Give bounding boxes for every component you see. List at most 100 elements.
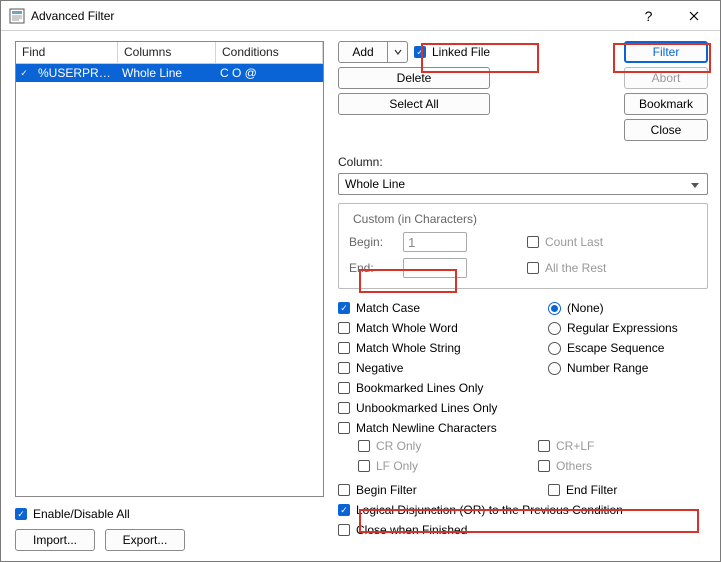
crlf-label: CR+LF [556, 439, 594, 453]
add-dropdown[interactable] [388, 41, 408, 63]
linked-file-label: Linked File [432, 45, 490, 59]
close-window-button[interactable] [671, 1, 716, 31]
delete-label: Delete [397, 71, 432, 85]
end-filter-option[interactable]: End Filter [548, 483, 708, 497]
close-label: Close [651, 123, 682, 137]
begin-filter-checkbox[interactable] [338, 484, 350, 496]
escape-radio-option[interactable]: Escape Sequence [548, 341, 708, 355]
unbookmarked-option[interactable]: Unbookmarked Lines Only [338, 401, 538, 415]
cr-only-checkbox[interactable] [358, 440, 370, 452]
none-radio[interactable] [548, 302, 561, 315]
begin-input[interactable] [403, 232, 467, 252]
all-rest-checkbox[interactable] [527, 262, 539, 274]
numrange-label: Number Range [567, 361, 648, 375]
abort-button[interactable]: Abort [624, 67, 708, 89]
others-label: Others [556, 459, 592, 473]
regex-radio-option[interactable]: Regular Expressions [548, 321, 708, 335]
match-case-label: Match Case [356, 301, 420, 315]
end-label: End: [349, 261, 393, 275]
enable-disable-all[interactable]: Enable/Disable All [15, 507, 324, 521]
row-conditions: C O @ [216, 66, 323, 80]
begin-filter-label: Begin Filter [356, 483, 417, 497]
end-input[interactable] [403, 258, 467, 278]
match-word-label: Match Whole Word [356, 321, 458, 335]
negative-checkbox[interactable] [338, 362, 350, 374]
add-button[interactable]: Add [338, 41, 388, 63]
close-finished-option[interactable]: Close when Finished [338, 523, 708, 537]
help-button[interactable]: ? [626, 1, 671, 31]
export-label: Export... [123, 533, 168, 547]
bookmarked-option[interactable]: Bookmarked Lines Only [338, 381, 538, 395]
delete-button[interactable]: Delete [338, 67, 490, 89]
col-header-columns[interactable]: Columns [118, 42, 216, 63]
escape-radio[interactable] [548, 342, 561, 355]
linked-file-checkbox[interactable] [414, 46, 426, 58]
close-button[interactable]: Close [624, 119, 708, 141]
select-all-label: Select All [389, 97, 438, 111]
export-button[interactable]: Export... [105, 529, 185, 551]
negative-label: Negative [356, 361, 403, 375]
numrange-radio-option[interactable]: Number Range [548, 361, 708, 375]
crlf-option[interactable]: CR+LF [538, 439, 678, 453]
logical-or-option[interactable]: Logical Disjunction (OR) to the Previous… [338, 503, 708, 517]
match-string-checkbox[interactable] [338, 342, 350, 354]
list-row[interactable]: %USERPROFI... Whole Line C O @ [16, 64, 323, 82]
window-title: Advanced Filter [31, 9, 114, 23]
custom-legend: Custom (in Characters) [349, 212, 481, 226]
count-last-checkbox[interactable] [527, 236, 539, 248]
col-header-find[interactable]: Find [16, 42, 118, 63]
import-label: Import... [33, 533, 77, 547]
end-filter-checkbox[interactable] [548, 484, 560, 496]
enable-all-checkbox[interactable] [15, 508, 27, 520]
lf-only-option[interactable]: LF Only [358, 459, 538, 473]
linked-file-option[interactable]: Linked File [414, 45, 490, 59]
numrange-radio[interactable] [548, 362, 561, 375]
chevron-down-icon [394, 48, 402, 56]
escape-label: Escape Sequence [567, 341, 664, 355]
cr-only-label: CR Only [376, 439, 421, 453]
lf-only-checkbox[interactable] [358, 460, 370, 472]
bookmark-label: Bookmark [639, 97, 693, 111]
end-filter-label: End Filter [566, 483, 617, 497]
none-radio-option[interactable]: (None) [548, 301, 708, 315]
bookmark-button[interactable]: Bookmark [624, 93, 708, 115]
others-option[interactable]: Others [538, 459, 678, 473]
filter-button[interactable]: Filter [624, 41, 708, 63]
close-finished-checkbox[interactable] [338, 524, 350, 536]
match-word-checkbox[interactable] [338, 322, 350, 334]
import-button[interactable]: Import... [15, 529, 95, 551]
none-label: (None) [567, 301, 604, 315]
enable-all-label: Enable/Disable All [33, 507, 130, 521]
bookmarked-label: Bookmarked Lines Only [356, 381, 483, 395]
negative-option[interactable]: Negative [338, 361, 538, 375]
regex-radio[interactable] [548, 322, 561, 335]
bookmarked-checkbox[interactable] [338, 382, 350, 394]
all-rest-option[interactable]: All the Rest [527, 261, 606, 275]
others-checkbox[interactable] [538, 460, 550, 472]
select-all-button[interactable]: Select All [338, 93, 490, 115]
row-checkbox[interactable] [16, 67, 34, 79]
all-rest-label: All the Rest [545, 261, 606, 275]
unbookmarked-checkbox[interactable] [338, 402, 350, 414]
col-header-conditions[interactable]: Conditions [216, 42, 323, 63]
newline-option[interactable]: Match Newline Characters [338, 421, 538, 435]
cr-only-option[interactable]: CR Only [358, 439, 538, 453]
match-string-option[interactable]: Match Whole String [338, 341, 538, 355]
match-case-option[interactable]: Match Case [338, 301, 538, 315]
list-header: Find Columns Conditions [16, 42, 323, 64]
titlebar: Advanced Filter ? [1, 1, 720, 31]
match-word-option[interactable]: Match Whole Word [338, 321, 538, 335]
row-find: %USERPROFI... [34, 66, 118, 80]
column-select[interactable]: Whole Line [338, 173, 708, 195]
match-string-label: Match Whole String [356, 341, 461, 355]
count-last-label: Count Last [545, 235, 603, 249]
logical-or-checkbox[interactable] [338, 504, 350, 516]
column-value: Whole Line [345, 177, 405, 191]
newline-checkbox[interactable] [338, 422, 350, 434]
count-last-option[interactable]: Count Last [527, 235, 603, 249]
unbookmarked-label: Unbookmarked Lines Only [356, 401, 497, 415]
crlf-checkbox[interactable] [538, 440, 550, 452]
begin-filter-option[interactable]: Begin Filter [338, 483, 538, 497]
filter-list[interactable]: Find Columns Conditions %USERPROFI... Wh… [15, 41, 324, 497]
match-case-checkbox[interactable] [338, 302, 350, 314]
